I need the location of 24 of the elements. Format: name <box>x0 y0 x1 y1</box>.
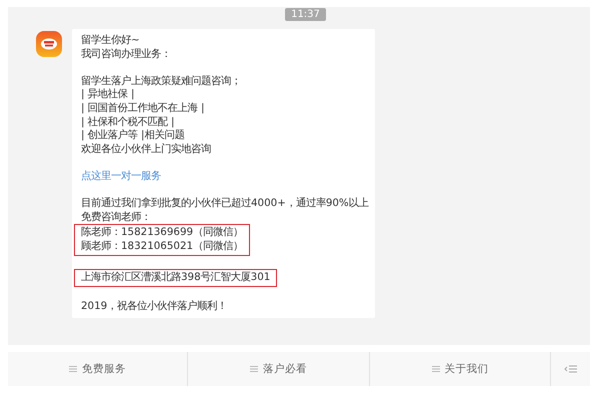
timestamp-badge: 11:37 <box>285 8 326 21</box>
message-text: 我司咨询办理业务： <box>81 48 172 62</box>
menu-icon <box>69 366 77 372</box>
message-text: | 社保和个税不匹配 | <box>81 116 176 129</box>
menu-button[interactable]: 落户必看 <box>188 352 370 386</box>
message-text: | 创业落户等 |相关问题 <box>81 129 186 143</box>
message-text: | 异地社保 | <box>81 88 136 102</box>
message-text: 留学生你好~ <box>81 34 141 48</box>
menu-icon <box>250 366 258 372</box>
message-text: | 回国首份工作地不在上海 | <box>81 102 206 116</box>
menu-icon <box>432 366 440 372</box>
message-text: 欢迎各位小伙伴上门实地咨询 <box>81 142 212 156</box>
message-text: 留学生落户上海政策疑难问题咨询； <box>81 74 242 88</box>
menu-button[interactable]: 免费服务 <box>8 352 188 386</box>
menu-toggle-icon <box>564 365 578 373</box>
service-link[interactable]: 点这里一对一服务 <box>81 170 161 182</box>
message-text: 2019，祝各位小伙伴落户顺利！ <box>81 300 228 314</box>
message-text: 免费咨询老师： <box>81 210 152 224</box>
message-text: 上海市徐汇区漕溪北路398号汇智大厦301 <box>81 271 270 285</box>
avatar-logo-icon <box>36 31 62 57</box>
message-text: 目前通过我们拿到批复的小伙伴已超过4000+，通过率90%以上 <box>81 197 369 211</box>
message-text: 陈老师：15821369699（同微信） <box>81 226 244 240</box>
message-text: 顾老师：18321065021（同微信） <box>81 240 244 254</box>
menu-button[interactable]: 关于我们 <box>370 352 551 386</box>
